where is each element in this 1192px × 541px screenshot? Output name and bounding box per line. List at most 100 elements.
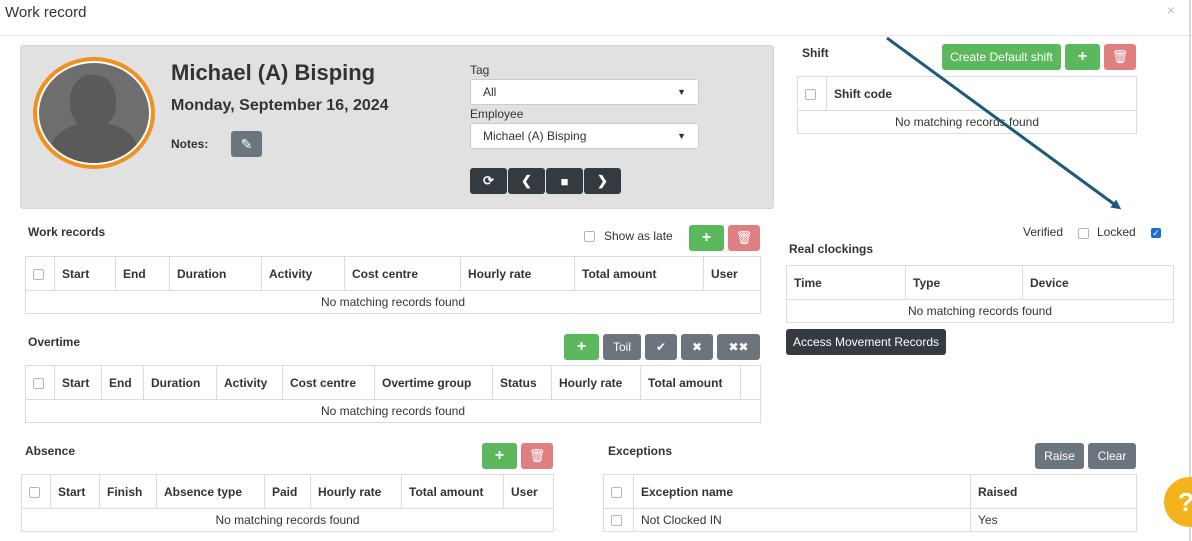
select-all-cell[interactable] bbox=[25, 256, 55, 291]
select-all-cell[interactable] bbox=[603, 474, 634, 509]
column-header[interactable]: Absence type bbox=[156, 474, 265, 509]
column-header[interactable]: Status bbox=[492, 365, 552, 400]
show-as-late-checkbox[interactable] bbox=[584, 230, 595, 242]
row-checkbox[interactable] bbox=[611, 515, 622, 527]
column-header[interactable]: Device bbox=[1022, 265, 1174, 300]
select-all-cell[interactable] bbox=[21, 474, 51, 509]
overtime-title: Overtime bbox=[28, 335, 81, 349]
select-all-cell[interactable] bbox=[797, 76, 827, 111]
clear-button[interactable]: Clear bbox=[1088, 443, 1136, 469]
notes-edit-button[interactable]: ✎ bbox=[231, 131, 262, 157]
avatar-head-icon bbox=[70, 75, 116, 129]
toil-button[interactable]: Toil bbox=[603, 334, 641, 360]
add-absence-button[interactable]: + bbox=[482, 443, 517, 469]
reject-all-overtime-button[interactable]: ✖✖ bbox=[717, 334, 760, 360]
column-header[interactable]: User bbox=[503, 474, 554, 509]
reject-overtime-button[interactable]: ✖ bbox=[681, 334, 713, 360]
real-clockings-table: Time Type Device No matching records fou… bbox=[786, 265, 1174, 323]
select-all-checkbox[interactable] bbox=[611, 486, 622, 498]
row-select-cell[interactable] bbox=[603, 508, 634, 532]
employee-select[interactable]: Michael (A) Bisping ▼ bbox=[470, 123, 699, 149]
select-all-checkbox[interactable] bbox=[33, 377, 44, 389]
column-header[interactable]: Time bbox=[786, 265, 906, 300]
refresh-button[interactable]: ⟳ bbox=[470, 168, 507, 194]
modal-title: Work record bbox=[5, 4, 87, 21]
shift-title: Shift bbox=[802, 46, 829, 60]
add-overtime-button[interactable]: + bbox=[564, 334, 599, 360]
column-header[interactable]: Overtime group bbox=[374, 365, 493, 400]
table-row[interactable]: Not Clocked IN Yes bbox=[603, 508, 1137, 532]
column-header[interactable]: Type bbox=[905, 265, 1023, 300]
verified-checkbox[interactable] bbox=[1078, 228, 1089, 239]
chevron-right-icon: ❯ bbox=[597, 173, 608, 188]
plus-icon: + bbox=[576, 338, 587, 355]
select-all-cell[interactable] bbox=[25, 365, 55, 400]
access-movement-records-button[interactable]: Access Movement Records bbox=[786, 329, 946, 355]
column-header[interactable]: Hourly rate bbox=[551, 365, 641, 400]
table-row: No matching records found bbox=[797, 110, 1137, 134]
table-row: No matching records found bbox=[21, 508, 554, 532]
column-header[interactable]: Total amount bbox=[574, 256, 704, 291]
column-header[interactable]: Hourly rate bbox=[310, 474, 402, 509]
delete-work-record-button[interactable]: 🗑 bbox=[728, 225, 760, 251]
avatar-body-icon bbox=[51, 123, 137, 163]
table-header-row: Start Finish Absence type Paid Hourly ra… bbox=[21, 474, 554, 509]
column-header[interactable]: Duration bbox=[143, 365, 217, 400]
add-work-record-button[interactable]: + bbox=[689, 225, 724, 251]
delete-shift-button[interactable]: 🗑 bbox=[1104, 44, 1136, 70]
employee-select-value: Michael (A) Bisping bbox=[483, 129, 587, 143]
select-all-checkbox[interactable] bbox=[805, 88, 816, 100]
column-header[interactable]: Activity bbox=[261, 256, 345, 291]
table-header-row: Time Type Device bbox=[786, 265, 1174, 300]
tag-select-value: All bbox=[483, 85, 497, 99]
scrollbar[interactable] bbox=[1189, 0, 1191, 541]
column-header[interactable]: Hourly rate bbox=[460, 256, 575, 291]
column-header[interactable]: Finish bbox=[99, 474, 157, 509]
table-header-row: Start End Duration Activity Cost centre … bbox=[25, 256, 761, 291]
column-header[interactable]: End bbox=[115, 256, 170, 291]
select-all-checkbox[interactable] bbox=[33, 268, 44, 280]
column-header[interactable]: Duration bbox=[169, 256, 262, 291]
column-header[interactable]: Start bbox=[54, 365, 102, 400]
approve-overtime-button[interactable]: ✔ bbox=[645, 334, 677, 360]
column-header[interactable]: End bbox=[101, 365, 144, 400]
create-default-shift-button[interactable]: Create Default shift bbox=[942, 44, 1061, 70]
add-shift-button[interactable]: + bbox=[1065, 44, 1100, 70]
plus-icon: + bbox=[494, 447, 505, 464]
overtime-table: Start End Duration Activity Cost centre … bbox=[25, 365, 761, 423]
column-header[interactable]: Start bbox=[50, 474, 100, 509]
tag-select[interactable]: All ▼ bbox=[470, 79, 699, 105]
column-header[interactable]: Exception name bbox=[633, 474, 971, 509]
column-header-spacer bbox=[740, 365, 761, 400]
raise-button[interactable]: Raise bbox=[1035, 443, 1084, 469]
employee-label: Employee bbox=[470, 107, 524, 121]
column-header[interactable]: Activity bbox=[216, 365, 283, 400]
column-header[interactable]: Cost centre bbox=[344, 256, 461, 291]
stop-button[interactable]: ■ bbox=[546, 168, 583, 194]
record-date: Monday, September 16, 2024 bbox=[171, 97, 389, 114]
show-as-late-toggle[interactable]: Show as late bbox=[584, 229, 673, 243]
column-header[interactable]: User bbox=[703, 256, 761, 291]
trash-icon: 🗑 bbox=[1111, 49, 1129, 64]
previous-button[interactable]: ❮ bbox=[508, 168, 545, 194]
locked-checkbox[interactable]: ✓ bbox=[1151, 228, 1161, 238]
column-header[interactable]: Cost centre bbox=[282, 365, 375, 400]
column-header[interactable]: Shift code bbox=[826, 76, 1137, 111]
empty-message: No matching records found bbox=[21, 508, 554, 532]
close-icon[interactable]: × bbox=[1167, 2, 1175, 18]
delete-absence-button[interactable]: 🗑 bbox=[521, 443, 553, 469]
column-header[interactable]: Total amount bbox=[401, 474, 504, 509]
column-header[interactable]: Paid bbox=[264, 474, 311, 509]
column-header[interactable]: Raised bbox=[970, 474, 1137, 509]
work-records-title: Work records bbox=[28, 225, 106, 239]
double-x-icon: ✖✖ bbox=[728, 340, 749, 354]
select-all-checkbox[interactable] bbox=[29, 486, 40, 498]
exception-raised-cell: Yes bbox=[970, 508, 1137, 532]
refresh-icon: ⟳ bbox=[483, 173, 494, 188]
column-header[interactable]: Total amount bbox=[640, 365, 741, 400]
help-button[interactable]: ? bbox=[1164, 477, 1192, 527]
next-button[interactable]: ❯ bbox=[584, 168, 621, 194]
column-header[interactable]: Start bbox=[54, 256, 116, 291]
chevron-left-icon: ❮ bbox=[521, 173, 532, 188]
avatar bbox=[39, 63, 149, 163]
